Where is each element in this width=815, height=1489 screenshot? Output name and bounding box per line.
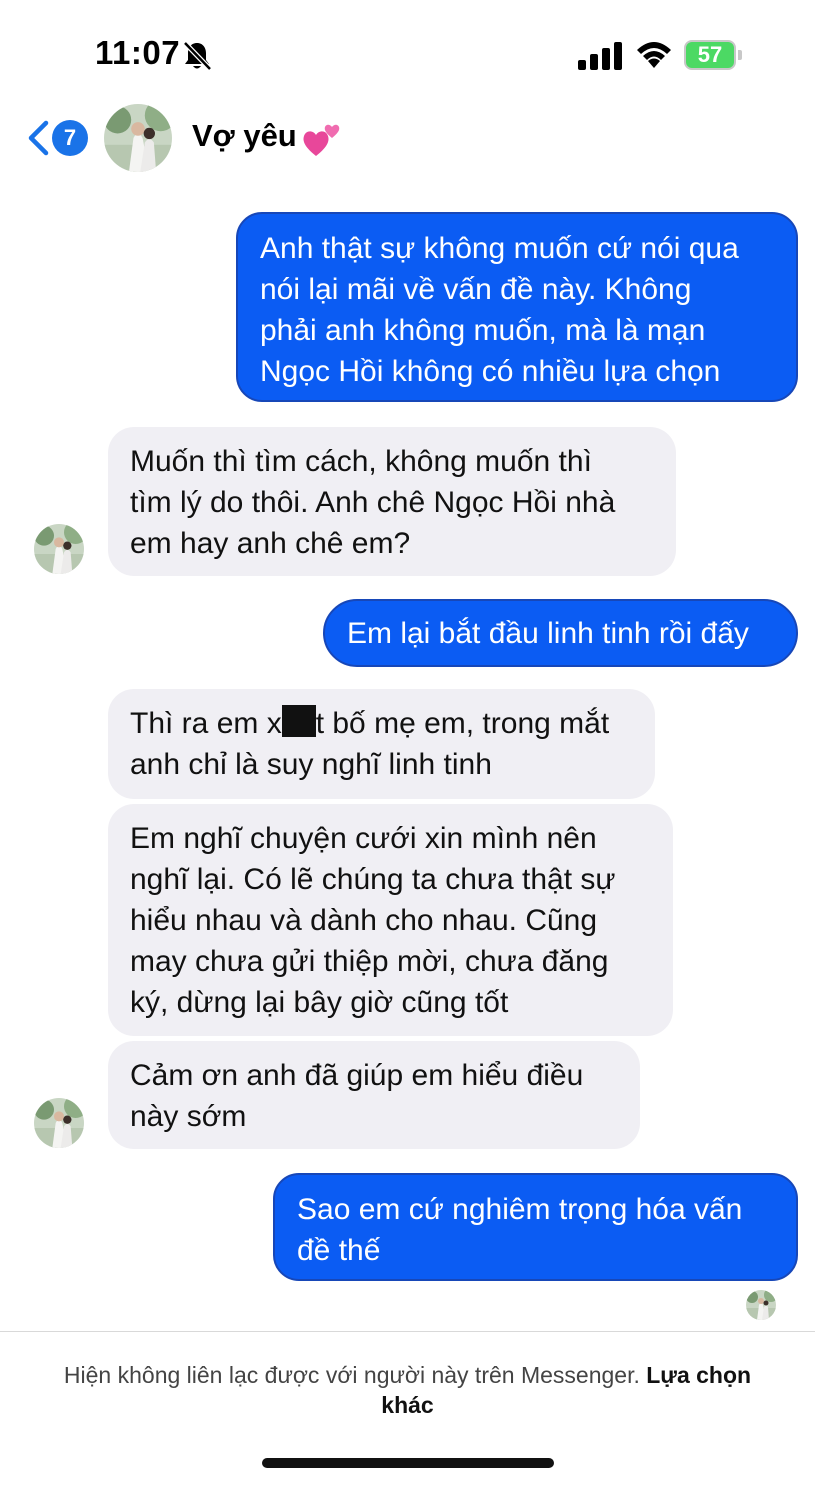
message-bubble-outgoing[interactable]: Anh thật sự không muốn cứ nói qua nói lạ… bbox=[236, 212, 798, 402]
status-bar: 11:07 57 bbox=[0, 0, 815, 100]
bell-slash-icon bbox=[183, 41, 212, 71]
unavailable-notice: Hiện không liên lạc được với người này t… bbox=[40, 1360, 775, 1420]
status-time: 11:07 bbox=[95, 34, 181, 71]
avatar-image bbox=[34, 1098, 84, 1148]
contact-name[interactable]: Vợ yêu bbox=[192, 118, 297, 154]
sender-avatar bbox=[34, 1098, 84, 1148]
home-indicator[interactable] bbox=[262, 1458, 554, 1468]
message-text: anh chỉ là suy nghĩ linh tinh bbox=[130, 748, 492, 781]
battery-icon: 57 bbox=[684, 40, 742, 70]
notice-text: Hiện không liên lạc được với người này t… bbox=[63, 1362, 640, 1388]
wifi-icon bbox=[637, 42, 671, 68]
avatar-image bbox=[104, 104, 172, 172]
message-text: t bố mẹ em, trong mắt bbox=[315, 707, 610, 740]
message-bubble-outgoing[interactable]: Em lại bắt đầu linh tinh rồi đấy bbox=[323, 599, 798, 667]
signal-icon bbox=[578, 42, 622, 70]
two-hearts-icon bbox=[303, 124, 340, 156]
battery-level: 57 bbox=[697, 42, 723, 67]
unread-count-badge: 7 bbox=[52, 120, 88, 156]
avatar-image bbox=[746, 1290, 776, 1320]
battery-tip bbox=[738, 50, 742, 60]
message-text: Thì ra em x bbox=[130, 707, 282, 740]
contact-avatar[interactable] bbox=[104, 104, 172, 172]
message-bubble-incoming[interactable]: Cảm ơn anh đã giúp em hiểu điều này sớm bbox=[108, 1041, 640, 1149]
chevron-left-icon bbox=[28, 120, 49, 156]
redaction-mark bbox=[281, 705, 316, 737]
message-bubble-outgoing[interactable]: Sao em cứ nghiêm trọng hóa vấn đề thế bbox=[273, 1173, 798, 1281]
sender-avatar bbox=[34, 524, 84, 574]
seen-receipt-avatar bbox=[746, 1290, 776, 1320]
chat-header: 7 Vợ yêu bbox=[0, 100, 815, 180]
back-button[interactable]: 7 bbox=[22, 114, 92, 162]
message-bubble-incoming[interactable]: Em nghĩ chuyện cưới xin mình nên nghĩ lạ… bbox=[108, 804, 673, 1036]
avatar-image bbox=[34, 524, 84, 574]
message-bubble-incoming[interactable]: Muốn thì tìm cách, không muốn thì tìm lý… bbox=[108, 427, 676, 576]
message-bubble-incoming[interactable]: Thì ra em x t bố mẹ em, trong mắt anh chỉ… bbox=[108, 689, 655, 799]
footer-divider bbox=[0, 1331, 815, 1332]
